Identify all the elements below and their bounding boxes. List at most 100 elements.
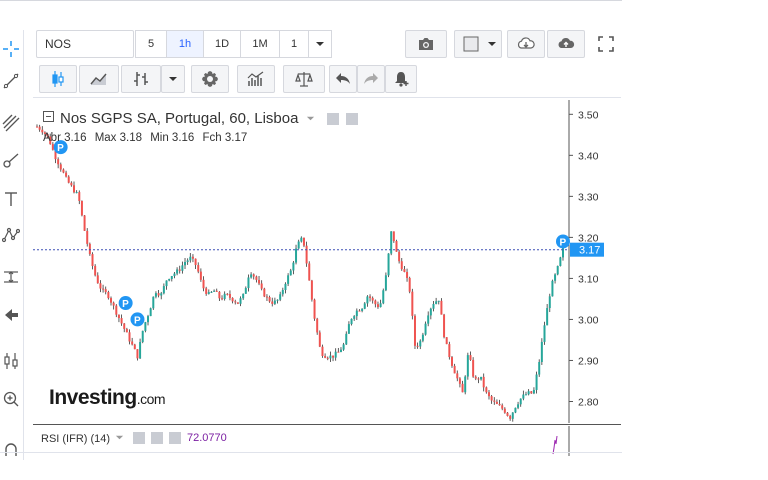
interval-chevron-down-icon[interactable] bbox=[308, 30, 332, 58]
pitchfork-icon[interactable] bbox=[0, 112, 22, 134]
zoom-in-icon[interactable] bbox=[0, 388, 22, 410]
price-tick-label: 3.30 bbox=[578, 191, 599, 203]
candle-body bbox=[540, 341, 543, 363]
price-tick-label: 3.10 bbox=[578, 273, 599, 285]
chart-widget: NOS 5 1h 1D 1M 1 3.50 3.40 3.30 3.20 3.1… bbox=[0, 0, 768, 480]
legend-title-row: Nos SGPS SA, Portugal, 60, Lisboa bbox=[43, 110, 358, 127]
camera-icon[interactable] bbox=[405, 30, 447, 58]
candle-body bbox=[355, 310, 358, 317]
price-tick-label: 3.50 bbox=[578, 109, 599, 121]
candle-body bbox=[332, 355, 335, 358]
pattern-icon[interactable] bbox=[0, 224, 22, 246]
candle-body bbox=[353, 316, 356, 319]
timeframe-1h[interactable]: 1h bbox=[166, 30, 204, 58]
area-chart-icon[interactable] bbox=[79, 65, 119, 93]
candle-body bbox=[411, 291, 414, 316]
candle-body bbox=[194, 258, 197, 266]
candle-body bbox=[91, 254, 94, 266]
candle-body bbox=[38, 126, 41, 130]
candle-body bbox=[429, 308, 432, 316]
title-chevron-down-icon[interactable] bbox=[306, 114, 315, 123]
candle-body bbox=[522, 394, 525, 399]
candle-body bbox=[382, 290, 385, 304]
back-arrow-icon[interactable] bbox=[0, 304, 22, 326]
candle-body bbox=[112, 302, 115, 306]
magnet-icon[interactable] bbox=[0, 438, 22, 460]
close-value: Fch 3.17 bbox=[202, 132, 248, 144]
candle-body bbox=[413, 315, 416, 346]
candle-body bbox=[406, 271, 409, 278]
candle-body bbox=[458, 378, 461, 384]
trend-line-icon[interactable] bbox=[0, 70, 22, 92]
candle-body bbox=[376, 304, 379, 308]
candle-body bbox=[432, 303, 435, 309]
candle-body bbox=[474, 376, 477, 379]
chart-type-chevron-down-icon[interactable] bbox=[161, 65, 185, 93]
candle-body bbox=[131, 341, 134, 345]
settings-gear-icon[interactable] bbox=[191, 65, 229, 93]
candles-icon[interactable] bbox=[0, 350, 22, 372]
price-chart[interactable]: 3.50 3.40 3.30 3.20 3.10 3.00 2.90 2.80 PPPP 3.… bbox=[33, 100, 621, 423]
candle-body bbox=[102, 288, 105, 290]
candle-body bbox=[477, 378, 480, 380]
candle-body bbox=[247, 277, 250, 289]
top-border bbox=[0, 0, 622, 1]
collapse-icon[interactable] bbox=[43, 111, 54, 122]
candle-body bbox=[268, 297, 271, 302]
indicators-icon[interactable] bbox=[237, 65, 275, 93]
candle-body bbox=[519, 398, 522, 405]
text-icon[interactable] bbox=[0, 188, 22, 210]
candle-body bbox=[205, 288, 208, 294]
candle-body bbox=[347, 324, 350, 334]
candle-body bbox=[263, 288, 266, 297]
crosshair-icon[interactable] bbox=[0, 38, 22, 60]
cloud-upload-icon[interactable] bbox=[547, 30, 585, 58]
candle-body bbox=[398, 251, 401, 262]
timeframe-5[interactable]: 5 bbox=[135, 30, 167, 58]
color-picker-button[interactable] bbox=[454, 30, 502, 58]
candle-body bbox=[361, 308, 364, 311]
compare-scale-icon[interactable] bbox=[283, 65, 325, 93]
timeframe-1d[interactable]: 1D bbox=[203, 30, 241, 58]
low-value: Min 3.16 bbox=[150, 132, 195, 144]
candle-body bbox=[321, 346, 324, 356]
price-tick-label: 2.80 bbox=[578, 396, 599, 408]
price-tick-label: 3.20 bbox=[578, 232, 599, 244]
candle-body bbox=[83, 215, 86, 231]
candle-body bbox=[186, 260, 189, 263]
candlestick-icon[interactable] bbox=[39, 65, 77, 93]
candle-body bbox=[342, 344, 345, 350]
candle-body bbox=[501, 405, 504, 409]
candle-body bbox=[279, 294, 282, 300]
settings-small-icon[interactable] bbox=[345, 113, 358, 125]
candle-body bbox=[94, 265, 97, 276]
candle-body bbox=[437, 300, 440, 302]
symbol-input[interactable]: NOS bbox=[36, 30, 134, 58]
visibility-eye-icon[interactable] bbox=[326, 113, 339, 125]
interval-dropdown[interactable]: 1 bbox=[279, 30, 309, 58]
investing-logo: Investing.com bbox=[49, 386, 166, 409]
candle-body bbox=[464, 376, 467, 393]
timeframe-1m[interactable]: 1M bbox=[240, 30, 280, 58]
undo-icon[interactable] bbox=[329, 65, 357, 93]
fullscreen-icon[interactable] bbox=[591, 30, 621, 58]
alert-bell-icon[interactable] bbox=[385, 65, 417, 93]
candle-body bbox=[120, 318, 123, 324]
candle-body bbox=[96, 275, 99, 284]
candle-body bbox=[363, 303, 366, 309]
brush-icon[interactable] bbox=[0, 150, 22, 172]
candle-body bbox=[221, 298, 224, 300]
candle-body bbox=[482, 376, 485, 388]
bars-chart-icon[interactable] bbox=[121, 65, 161, 93]
candle-body bbox=[435, 301, 438, 304]
candle-body bbox=[390, 231, 393, 254]
cloud-download-icon[interactable] bbox=[507, 30, 545, 58]
candle-body bbox=[495, 401, 498, 404]
candle-body bbox=[287, 275, 290, 284]
candle-body bbox=[450, 357, 453, 366]
candle-body bbox=[556, 265, 559, 275]
candle-body bbox=[387, 253, 390, 276]
candle-body bbox=[139, 342, 142, 359]
measure-icon[interactable] bbox=[0, 266, 22, 288]
redo-icon[interactable] bbox=[357, 65, 385, 93]
